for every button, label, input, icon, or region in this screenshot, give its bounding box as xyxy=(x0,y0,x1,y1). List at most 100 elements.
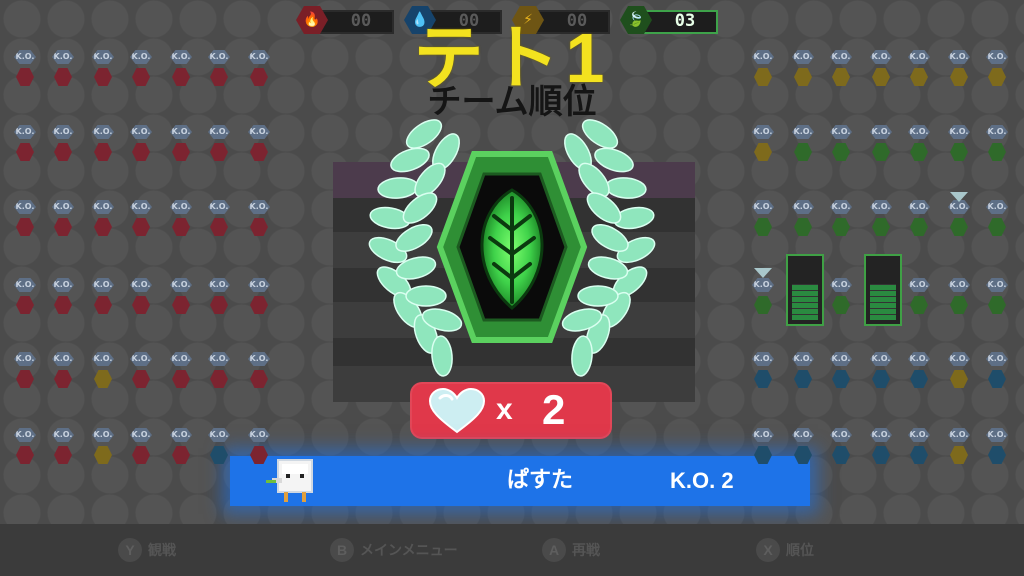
heart-icon xyxy=(754,268,772,278)
heart-icon xyxy=(950,192,968,202)
ko-badge: K.O. xyxy=(248,352,270,366)
ko-badge: K.O. xyxy=(792,352,814,366)
opponent-attribute-icon xyxy=(94,143,112,161)
opponent-attribute-icon xyxy=(54,218,72,236)
ko-badge: K.O. xyxy=(986,200,1008,214)
ko-badge: K.O. xyxy=(170,125,192,139)
ko-badge: K.O. xyxy=(170,352,192,366)
opponent-attribute-icon xyxy=(988,296,1006,314)
opponent-attribute-icon xyxy=(950,446,968,464)
opponent-attribute-icon xyxy=(910,296,928,314)
opponent-attribute-icon xyxy=(950,296,968,314)
ko-badge: K.O. xyxy=(208,352,230,366)
ko-badge: K.O. xyxy=(130,125,152,139)
lives-count: 2 xyxy=(542,386,566,433)
opponent-attribute-icon xyxy=(132,143,150,161)
ko-badge: K.O. xyxy=(752,278,774,292)
ko-badge: K.O. xyxy=(870,200,892,214)
laurel-leaf-emblem-icon xyxy=(368,119,656,377)
ko-badge: K.O. xyxy=(14,428,36,442)
opponent-attribute-icon xyxy=(872,143,890,161)
ko-badge: K.O. xyxy=(948,200,970,214)
ko-badge: K.O. xyxy=(792,428,814,442)
opponent-attribute-icon xyxy=(16,218,34,236)
ko-badge: K.O. xyxy=(870,125,892,139)
ko-badge: K.O. xyxy=(908,278,930,292)
ko-badge: K.O. xyxy=(248,200,270,214)
x-button-icon: X xyxy=(756,538,780,562)
ko-badge: K.O. xyxy=(948,125,970,139)
opponent-attribute-icon xyxy=(250,143,268,161)
ranking-button[interactable]: X 順位 xyxy=(756,536,814,564)
ko-badge: K.O. xyxy=(170,428,192,442)
opponent-attribute-icon xyxy=(54,143,72,161)
opponent-attribute-icon xyxy=(872,218,890,236)
opponent-attribute-icon xyxy=(794,370,812,388)
opponent-attribute-icon xyxy=(54,446,72,464)
ko-badge: K.O. xyxy=(52,352,74,366)
opponent-attribute-icon xyxy=(132,370,150,388)
ko-badge: K.O. xyxy=(830,278,852,292)
opponent-attribute-icon xyxy=(172,296,190,314)
ko-badge: K.O. xyxy=(130,278,152,292)
ko-badge: K.O. xyxy=(208,125,230,139)
rematch-button[interactable]: A 再戦 xyxy=(542,536,600,564)
ko-badge: K.O. xyxy=(986,278,1008,292)
opponent-attribute-icon xyxy=(94,218,112,236)
ko-badge: K.O. xyxy=(130,352,152,366)
opponent-attribute-icon xyxy=(54,370,72,388)
spectate-button[interactable]: Y 観戦 xyxy=(118,536,176,564)
opponent-attribute-icon xyxy=(754,143,772,161)
opponent-attribute-icon xyxy=(210,296,228,314)
ko-badge: K.O. xyxy=(752,428,774,442)
opponent-attribute-icon xyxy=(16,446,34,464)
opponent-attribute-icon xyxy=(872,370,890,388)
opponent-attribute-icon xyxy=(172,143,190,161)
ko-badge: K.O. xyxy=(208,428,230,442)
opponent-mini-board xyxy=(786,254,824,326)
opponent-attribute-icon xyxy=(172,446,190,464)
opponent-attribute-icon xyxy=(754,218,772,236)
ko-badge: K.O. xyxy=(908,352,930,366)
opponent-attribute-icon xyxy=(250,218,268,236)
y-button-icon: Y xyxy=(118,538,142,562)
ko-badge: K.O. xyxy=(948,278,970,292)
ko-badge: K.O. xyxy=(170,200,192,214)
opponent-mini-board xyxy=(864,254,902,326)
lives-badge: x 2 xyxy=(410,382,612,439)
opponent-attribute-icon xyxy=(794,143,812,161)
opponent-attribute-icon xyxy=(754,370,772,388)
ko-badge: K.O. xyxy=(170,278,192,292)
main-menu-button[interactable]: B メインメニュー xyxy=(330,536,458,564)
ko-badge: K.O. xyxy=(92,352,114,366)
opponent-attribute-icon xyxy=(16,296,34,314)
opponent-attribute-icon xyxy=(132,296,150,314)
opponent-attribute-icon xyxy=(988,370,1006,388)
menu-label: メインメニュー xyxy=(360,543,458,559)
opponent-attribute-icon xyxy=(250,370,268,388)
ko-badge: K.O. xyxy=(986,125,1008,139)
opponent-attribute-icon xyxy=(950,218,968,236)
opponent-attribute-icon xyxy=(16,370,34,388)
b-button-icon: B xyxy=(330,538,354,562)
opponent-attribute-icon xyxy=(988,446,1006,464)
player-ko-count: K.O. 2 xyxy=(670,468,734,493)
menu-label: 順位 xyxy=(786,543,814,559)
opponent-attribute-icon xyxy=(988,143,1006,161)
ko-badge: K.O. xyxy=(208,200,230,214)
ko-badge: K.O. xyxy=(830,200,852,214)
ko-badge: K.O. xyxy=(752,352,774,366)
opponent-attribute-icon xyxy=(754,296,772,314)
menu-label: 観戦 xyxy=(148,543,176,559)
ko-badge: K.O. xyxy=(14,200,36,214)
bottom-menu-bar: Y 観戦 B メインメニュー A 再戦 X 順位 xyxy=(0,524,1024,576)
opponent-attribute-icon xyxy=(94,370,112,388)
ko-badge: K.O. xyxy=(870,428,892,442)
ko-badge: K.O. xyxy=(92,428,114,442)
opponent-attribute-icon xyxy=(16,143,34,161)
opponent-attribute-icon xyxy=(94,296,112,314)
ko-badge: K.O. xyxy=(248,125,270,139)
opponent-attribute-icon xyxy=(950,143,968,161)
ko-badge: K.O. xyxy=(208,278,230,292)
opponent-attribute-icon xyxy=(910,370,928,388)
